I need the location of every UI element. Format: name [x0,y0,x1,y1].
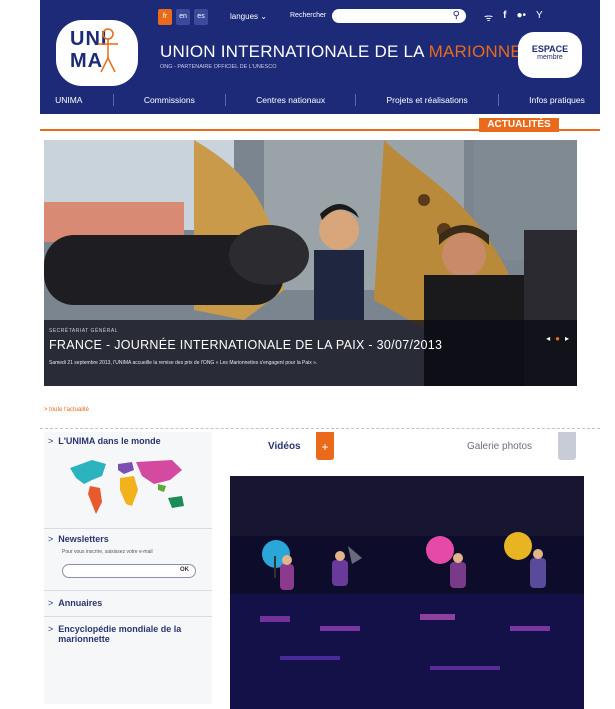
news-summary: Samedi 21 septembre 2013, l'UNIMA accuei… [49,360,318,366]
nav-item-centres[interactable]: Centres nationaux [256,95,325,105]
youtube-icon[interactable]: Y [536,10,543,24]
newsletter-email-input[interactable]: OK [62,564,196,578]
puppet-figure-icon [98,28,118,73]
sidebar-divider [44,616,212,617]
nav-divider [497,94,499,106]
langues-dropdown[interactable]: langues ⌄ [230,12,267,21]
langues-label: langues [230,12,259,21]
social-links: ᯤ f ●• Y [484,10,543,24]
sidebar-divider [44,590,212,591]
facebook-icon[interactable]: f [503,10,506,24]
encyclopedie-label: Encyclopédie mondiale de la marionnette [58,624,182,644]
newsletter-help-text: Pour vous inscrire, saisissez votre e-ma… [62,549,153,555]
espace-membre-button[interactable]: ESPACE membre [518,32,582,78]
nav-item-unima[interactable]: UNIMA [55,95,82,105]
world-map-image[interactable] [62,454,192,518]
nav-item-projets[interactable]: Projets et réalisations [387,95,468,105]
water-puppets-image [230,476,584,709]
nav-item-infos[interactable]: Infos pratiques [529,95,585,105]
slider-controls: ◂ ● ▸ [546,334,569,343]
site-header: fr en es langues ⌄ Rechercher ⚲ ᯤ f ●• Y… [40,0,600,114]
chevron-right-icon: > [48,436,54,446]
nav-item-commissions[interactable]: Commissions [144,95,195,105]
rss-icon[interactable]: ᯤ [484,10,493,24]
news-title[interactable]: FRANCE - JOURNÉE INTERNATIONALE DE LA PA… [49,338,442,352]
espace-label: ESPACE [531,44,569,54]
newsletter-ok-button[interactable]: OK [180,567,189,573]
galerie-more-button[interactable] [558,432,576,460]
newsletter-section: > Newsletters Pour vous inscrire, saisiss… [48,534,208,594]
lang-fr[interactable]: fr [158,9,172,25]
newsletter-title: Newsletters [58,534,109,544]
search-label: Rechercher [290,12,327,19]
encyclopedie-link[interactable]: > Encyclopédie mondiale de la marionnette [48,624,208,644]
world-title: L'UNIMA dans le monde [58,436,161,446]
nav-divider [225,94,226,106]
world-section[interactable]: > L'UNIMA dans le monde [48,436,161,446]
slide-dot-icon[interactable]: ● [555,334,560,343]
news-slider[interactable]: SECRÉTARIAT GÉNÉRAL FRANCE - JOURNÉE INT… [44,140,577,386]
site-subtitle: ONG - PARTENAIRE OFFICIEL DE L'UNESCO [160,64,277,70]
unima-logo[interactable]: UNI MA [56,20,138,86]
chevron-right-icon: > [48,534,54,544]
annuaires-link[interactable]: > Annuaires [48,598,102,608]
section-divider [40,428,600,429]
video-thumbnail[interactable] [230,476,584,709]
lang-es[interactable]: es [194,9,208,25]
chevron-right-icon: > [48,624,54,634]
search-icon[interactable]: ⚲ [453,10,460,22]
tab-galerie-photos[interactable]: Galerie photos [467,441,532,452]
news-kicker: SECRÉTARIAT GÉNÉRAL [49,328,118,334]
flickr-icon[interactable]: ●• [516,10,526,24]
membre-label: membre [537,54,563,61]
sidebar: > L'UNIMA dans le monde > Newsletters Pour… [44,432,212,704]
nav-divider [112,94,114,106]
lang-en[interactable]: en [176,9,190,25]
videos-more-button[interactable]: + [316,432,334,460]
chevron-right-icon: > [48,598,54,608]
chevron-down-icon: ⌄ [260,12,267,21]
main-nav: UNIMA Commissions Centres nationaux Proj… [40,90,600,110]
annuaires-label: Annuaires [58,598,103,608]
search-input[interactable]: ⚲ [332,9,466,23]
all-news-link[interactable]: > toute l'actualité [44,407,89,413]
site-title: UNION INTERNATIONALE DE LA MARIONNETTE [160,42,555,61]
news-caption: SECRÉTARIAT GÉNÉRAL FRANCE - JOURNÉE INT… [44,320,577,386]
prev-arrow-icon[interactable]: ◂ [546,334,550,343]
actualites-tab[interactable]: ACTUALITÉS [479,118,559,132]
language-tabs: fr en es [158,9,208,25]
sidebar-divider [44,528,212,529]
nav-divider [355,94,357,106]
tab-videos[interactable]: Vidéos [268,441,301,452]
next-arrow-icon[interactable]: ▸ [565,334,569,343]
